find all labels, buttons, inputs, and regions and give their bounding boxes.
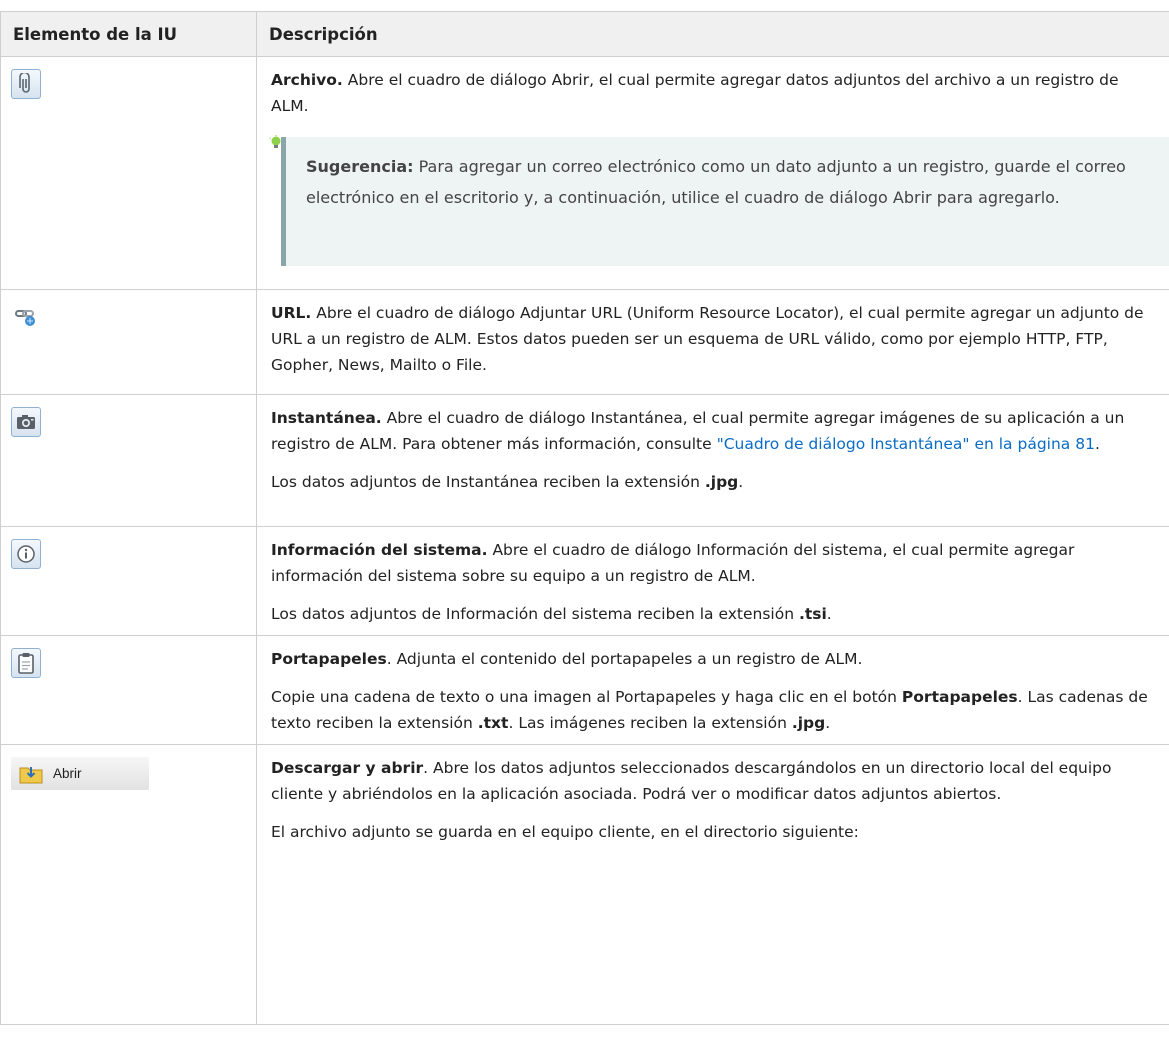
column-header-description: Descripción [256,11,1169,57]
icon-cell: Abrir [0,744,257,1025]
description-cell: URL. Abre el cuadro de diálogo Adjuntar … [256,289,1169,395]
open-button-label: Abrir [53,766,82,781]
icon-cell [0,526,257,636]
item-title: Descargar y abrir [271,759,424,777]
description-extension-text: Copie una cadena de texto o una imagen a… [271,688,1148,732]
table-row: Información del sistema. Abre el cuadro … [0,526,1169,636]
clipboard-icon[interactable] [11,648,41,678]
description-directory-text: El archivo adjunto se guarda en el equip… [271,823,859,841]
description-text: Instantánea. Abre el cuadro de diálogo I… [271,409,1125,453]
download-open-icon [19,766,43,783]
table-row: URL. Abre el cuadro de diálogo Adjuntar … [0,289,1169,395]
url-chain-icon[interactable] [11,302,41,332]
icon-cell [0,635,257,745]
description-text: Portapapeles. Adjunta el contenido del p… [271,650,863,668]
description-text: Archivo. Abre el cuadro de diálogo Abrir… [271,71,1119,115]
column-header-ui-element: Elemento de la IU [0,11,257,57]
tip-content: Sugerencia: Para agregar un correo elect… [281,137,1169,266]
info-icon[interactable] [11,539,41,569]
item-title: URL. [271,304,312,322]
icon-cell [0,394,257,527]
description-cell: Archivo. Abre el cuadro de diálogo Abrir… [256,56,1169,290]
table-row: Abrir Descargar y abrir. Abre los datos … [0,744,1169,1025]
tip-label: Sugerencia: [306,157,414,176]
snapshot-dialog-link[interactable]: "Cuadro de diálogo Instantánea" en la pá… [717,435,1095,453]
description-extension-text: Los datos adjuntos de Instantánea recibe… [271,473,744,491]
paperclip-icon[interactable] [11,69,41,99]
description-text: Descargar y abrir. Abre los datos adjunt… [271,759,1112,803]
camera-icon[interactable] [11,407,41,437]
item-title: Información del sistema. [271,541,488,559]
description-extension-text: Los datos adjuntos de Información del si… [271,605,832,623]
open-button[interactable]: Abrir [11,757,149,790]
icon-cell [0,56,257,290]
table-row: Archivo. Abre el cuadro de diálogo Abrir… [0,56,1169,290]
icon-cell [0,289,257,395]
description-cell: Instantánea. Abre el cuadro de diálogo I… [256,394,1169,527]
tip-box: Sugerencia: Para agregar un correo elect… [269,133,1169,266]
table-header-row: Elemento de la IU Descripción [0,11,1169,57]
table-row: Instantánea. Abre el cuadro de diálogo I… [0,394,1169,527]
item-title: Archivo. [271,71,343,89]
description-cell: Información del sistema. Abre el cuadro … [256,526,1169,636]
item-title: Instantánea. [271,409,382,427]
tip-text: Para agregar un correo electrónico como … [306,157,1126,207]
description-cell: Descargar y abrir. Abre los datos adjunt… [256,744,1169,1025]
description-text: URL. Abre el cuadro de diálogo Adjuntar … [271,304,1144,374]
ui-elements-table: Elemento de la IU Descripción Archivo. A… [0,11,1169,1025]
description-cell: Portapapeles. Adjunta el contenido del p… [256,635,1169,745]
description-text: Información del sistema. Abre el cuadro … [271,541,1075,585]
table-row: Portapapeles. Adjunta el contenido del p… [0,635,1169,745]
item-title: Portapapeles [271,650,387,668]
